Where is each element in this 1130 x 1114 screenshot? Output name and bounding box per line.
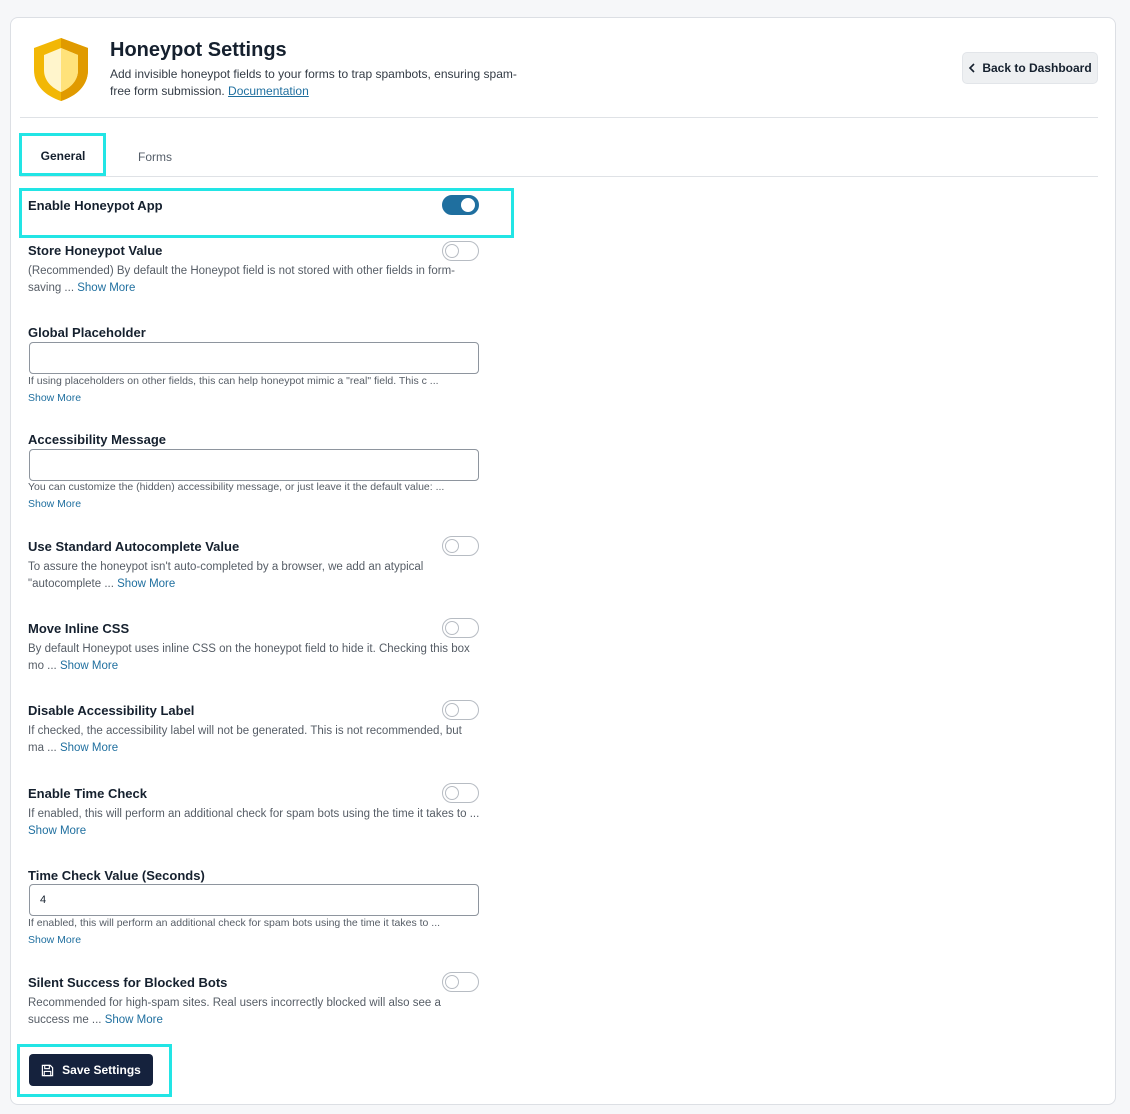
- tabs-divider: [20, 176, 1098, 177]
- setting-description: If enabled, this will perform an additio…: [28, 808, 480, 837]
- settings-card: Honeypot Settings Add invisible honeypot…: [10, 17, 1116, 1105]
- tab-general[interactable]: General: [20, 138, 106, 176]
- show-more-link[interactable]: Show More: [77, 282, 135, 294]
- back-to-dashboard-button[interactable]: Back to Dashboard: [962, 52, 1098, 84]
- setting-label: Move Inline CSS: [28, 621, 130, 636]
- global-placeholder-input[interactable]: [29, 342, 479, 374]
- setting-autocomplete: Use Standard Autocomplete Value To assur…: [28, 536, 480, 599]
- setting-description: To assure the honeypot isn't auto-comple…: [28, 561, 424, 590]
- setting-inline-css: Move Inline CSS By default Honeypot uses…: [28, 618, 480, 681]
- setting-label: Store Honeypot Value: [28, 243, 163, 258]
- toggle-knob: [445, 620, 459, 635]
- time-check-toggle[interactable]: [442, 783, 479, 803]
- documentation-link[interactable]: Documentation: [228, 84, 309, 98]
- show-more-link[interactable]: Show More: [60, 660, 118, 672]
- setting-description: (Recommended) By default the Honeypot fi…: [28, 265, 455, 294]
- setting-label: Silent Success for Blocked Bots: [28, 975, 228, 990]
- setting-label: Enable Time Check: [28, 786, 147, 801]
- setting-accessibility-message: Accessibility Message You can customize …: [28, 432, 480, 512]
- show-more-link[interactable]: Show More: [28, 825, 86, 837]
- enable-app-toggle[interactable]: [442, 195, 479, 215]
- tab-forms[interactable]: Forms: [115, 138, 195, 176]
- time-check-value-input[interactable]: [29, 884, 479, 916]
- description-text: Add invisible honeypot fields to your fo…: [110, 67, 517, 98]
- back-button-label: Back to Dashboard: [982, 61, 1092, 75]
- setting-store-value: Store Honeypot Value (Recommended) By de…: [28, 241, 480, 303]
- setting-enable-app: Enable Honeypot App: [28, 195, 480, 218]
- toggle-knob: [445, 974, 459, 989]
- setting-label: Use Standard Autocomplete Value: [28, 539, 240, 554]
- store-value-toggle[interactable]: [442, 241, 479, 261]
- setting-description: If checked, the accessibility label will…: [28, 725, 462, 754]
- show-more-link[interactable]: Show More: [28, 392, 81, 404]
- accessibility-message-input[interactable]: [29, 449, 479, 481]
- toggle-knob: [445, 538, 459, 553]
- show-more-link[interactable]: Show More: [105, 1014, 163, 1026]
- shield-icon: [34, 38, 88, 101]
- show-more-link[interactable]: Show More: [60, 742, 118, 754]
- page-description: Add invisible honeypot fields to your fo…: [110, 66, 530, 100]
- silent-success-toggle[interactable]: [442, 972, 479, 992]
- setting-label: Global Placeholder: [28, 325, 146, 340]
- show-more-link[interactable]: Show More: [117, 578, 175, 590]
- header-divider: [20, 117, 1098, 118]
- toggle-knob: [445, 785, 459, 800]
- setting-label: Accessibility Message: [28, 432, 167, 447]
- autocomplete-toggle[interactable]: [442, 536, 479, 556]
- disable-label-toggle[interactable]: [442, 700, 479, 720]
- setting-time-check: Enable Time Check If enabled, this will …: [28, 783, 480, 846]
- toggle-knob: [445, 702, 459, 717]
- setting-disable-label: Disable Accessibility Label If checked, …: [28, 700, 480, 763]
- inline-css-toggle[interactable]: [442, 618, 479, 638]
- show-more-link[interactable]: Show More: [28, 934, 81, 946]
- setting-description: If enabled, this will perform an additio…: [28, 917, 441, 946]
- toggle-knob: [445, 243, 459, 258]
- setting-description: If using placeholders on other fields, t…: [28, 375, 439, 404]
- setting-description: By default Honeypot uses inline CSS on t…: [28, 643, 470, 672]
- setting-description: You can customize the (hidden) accessibi…: [28, 481, 445, 510]
- save-settings-button[interactable]: Save Settings: [29, 1054, 153, 1086]
- page-title: Honeypot Settings: [110, 39, 287, 61]
- setting-time-check-value: Time Check Value (Seconds) If enabled, t…: [28, 868, 480, 948]
- setting-global-placeholder: Global Placeholder If using placeholders…: [28, 325, 480, 405]
- setting-silent-success: Silent Success for Blocked Bots Recommen…: [28, 972, 480, 1035]
- setting-label: Disable Accessibility Label: [28, 703, 195, 718]
- show-more-link[interactable]: Show More: [28, 498, 81, 510]
- save-icon: [41, 1064, 54, 1076]
- toggle-knob: [461, 197, 475, 212]
- chevron-left-icon: [969, 63, 975, 73]
- save-button-label: Save Settings: [62, 1063, 141, 1077]
- setting-label: Time Check Value (Seconds): [28, 868, 205, 883]
- setting-label: Enable Honeypot App: [28, 198, 163, 213]
- setting-description: Recommended for high-spam sites. Real us…: [28, 997, 441, 1026]
